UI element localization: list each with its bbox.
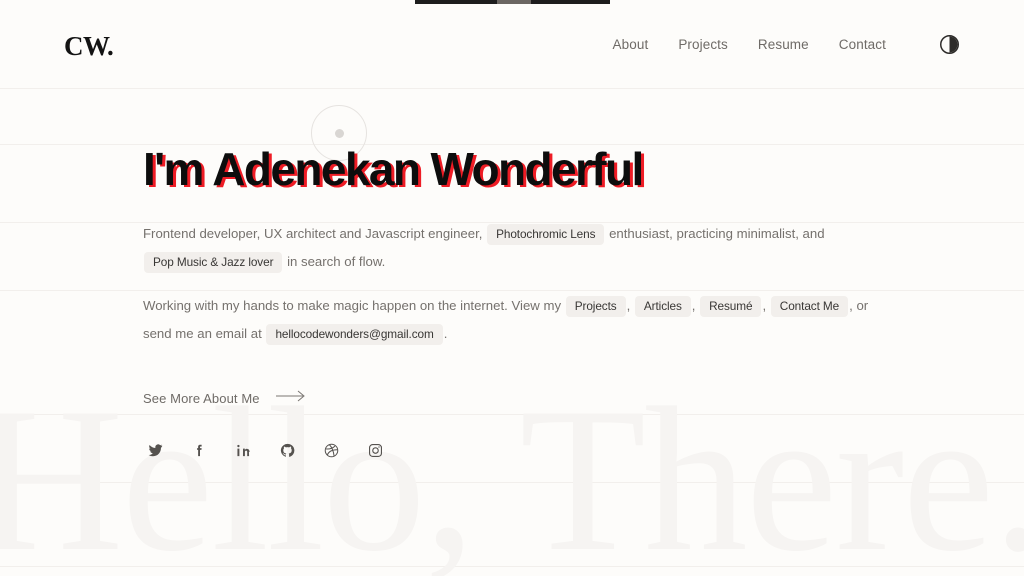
chip-projects[interactable]: Projects bbox=[565, 295, 626, 317]
hero-paragraph-2: Working with my hands to make magic happ… bbox=[143, 292, 883, 348]
main-navigation: About Projects Resume Contact bbox=[613, 33, 960, 55]
instagram-icon[interactable] bbox=[363, 438, 387, 462]
chip-pop-music-jazz-lover[interactable]: Pop Music & Jazz lover bbox=[144, 251, 283, 273]
nav-link-projects[interactable]: Projects bbox=[678, 37, 728, 52]
see-more-about-me-link[interactable]: See More About Me bbox=[143, 389, 306, 407]
nav-link-about[interactable]: About bbox=[613, 37, 649, 52]
nav-link-resume[interactable]: Resume bbox=[758, 37, 809, 52]
decorative-circle-dot bbox=[334, 128, 344, 138]
facebook-icon[interactable] bbox=[187, 438, 211, 462]
hero-text-fragment: Working with my hands to make magic happ… bbox=[143, 297, 562, 313]
grid-line bbox=[0, 88, 1024, 89]
hero-text-fragment: an email at bbox=[197, 325, 262, 341]
hero-section: I'm Adenekan Wonderful Frontend develope… bbox=[143, 143, 903, 348]
chip-resume[interactable]: Resumé bbox=[700, 295, 762, 317]
twitter-icon[interactable] bbox=[143, 438, 167, 462]
hero-text-fragment: , bbox=[762, 297, 767, 313]
brand-logo[interactable]: CW. bbox=[64, 29, 114, 60]
top-progress-bar-segment bbox=[497, 0, 531, 4]
hero-text-fragment: . bbox=[443, 325, 448, 341]
nav-link-contact[interactable]: Contact bbox=[839, 37, 886, 52]
cta-label: See More About Me bbox=[143, 390, 260, 406]
chip-contact-me[interactable]: Contact Me bbox=[770, 295, 849, 317]
page-title: I'm Adenekan Wonderful bbox=[143, 143, 644, 195]
chip-photochromic-lens[interactable]: Photochromic Lens bbox=[487, 223, 605, 245]
hero-text-fragment: enthusiast, practicing minimalist, and bbox=[609, 225, 825, 241]
hero-text-fragment: , bbox=[691, 297, 696, 313]
hero-text-fragment: in search of flow. bbox=[287, 253, 386, 269]
top-progress-bar bbox=[415, 0, 610, 4]
dribbble-icon[interactable] bbox=[319, 438, 343, 462]
linkedin-icon[interactable] bbox=[231, 438, 255, 462]
github-icon[interactable] bbox=[275, 438, 299, 462]
social-links bbox=[143, 438, 387, 462]
theme-toggle-icon[interactable] bbox=[938, 33, 960, 55]
hero-text-fragment: Frontend developer, UX architect and Jav… bbox=[143, 225, 483, 241]
chip-email-address[interactable]: hellocodewonders@gmail.com bbox=[266, 323, 443, 345]
arrow-right-icon bbox=[275, 389, 306, 407]
chip-articles[interactable]: Articles bbox=[634, 295, 691, 317]
hero-paragraph-1: Frontend developer, UX architect and Jav… bbox=[143, 220, 883, 276]
site-header: CW. About Projects Resume Contact bbox=[0, 0, 1024, 88]
hero-text-fragment: , bbox=[626, 297, 631, 313]
